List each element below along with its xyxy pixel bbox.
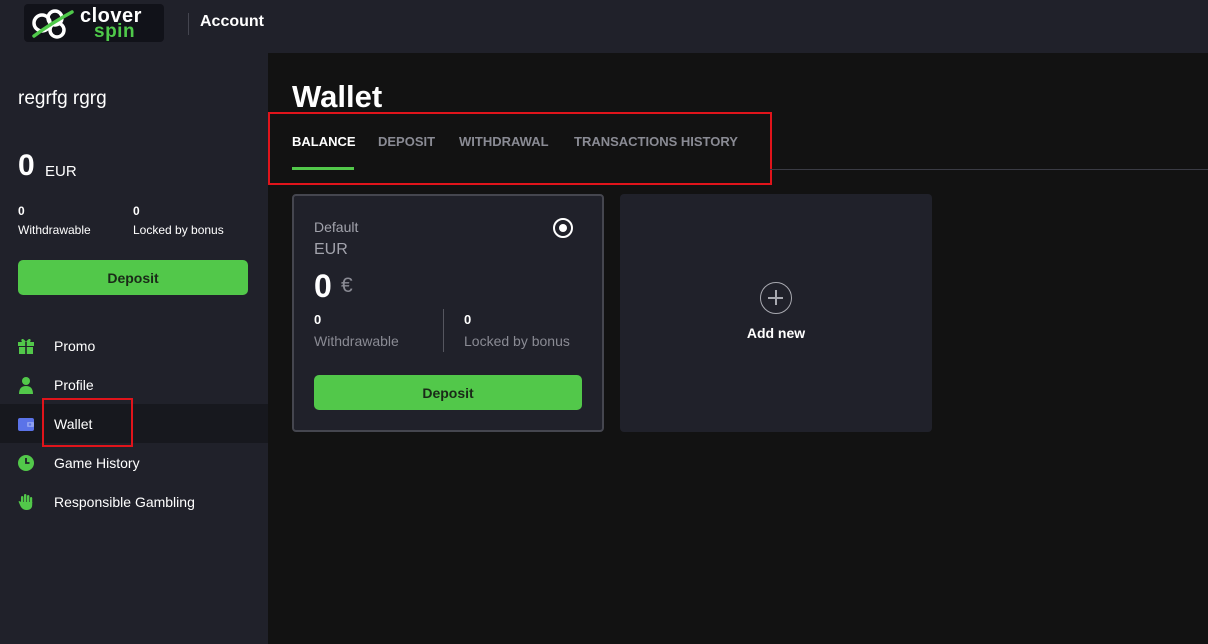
logo-text-spin: spin <box>94 21 136 42</box>
withdrawable-value: 0 <box>18 204 25 218</box>
header-divider <box>188 13 189 35</box>
sidebar-item-label: Game History <box>54 455 140 471</box>
sidebar-item-responsible-gambling[interactable]: Responsible Gambling <box>0 482 268 521</box>
wallet-card-amount: 0 <box>314 268 332 304</box>
sidebar-nav: Promo Profile Wallet Game History Respon… <box>0 326 268 521</box>
page-header-title: Account <box>200 13 264 30</box>
clock-icon <box>18 455 34 471</box>
add-new-wallet-card[interactable]: Add new <box>620 194 932 432</box>
add-new-label: Add new <box>746 325 806 341</box>
card-locked-by-bonus-value: 0 <box>464 312 472 327</box>
sidebar-item-game-history[interactable]: Game History <box>0 443 268 482</box>
plus-circle-icon <box>760 282 792 314</box>
tab-transactions-history[interactable]: TRANSACTIONS HISTORY <box>574 134 738 149</box>
active-tab-indicator <box>292 167 354 170</box>
top-bar: clover spin Account <box>0 0 1208 53</box>
wallet-icon <box>18 418 34 431</box>
clover-spin-logo[interactable]: clover spin <box>24 4 164 42</box>
wallet-card-currency: EUR <box>314 241 348 258</box>
sidebar-item-label: Promo <box>54 338 96 354</box>
account-sidebar: regrfg rgrg 0 EUR 0 Withdrawable 0 Locke… <box>0 53 268 644</box>
wallet-highlight-box <box>42 398 133 447</box>
sidebar-deposit-button[interactable]: Deposit <box>18 260 248 295</box>
user-icon <box>19 377 33 394</box>
tabs-divider-line <box>770 169 1208 170</box>
tab-withdrawal[interactable]: WITHDRAWAL <box>459 134 549 149</box>
locked-by-bonus-label: Locked by bonus <box>133 223 224 237</box>
username: regrfg rgrg <box>18 88 107 109</box>
tab-balance[interactable]: BALANCE <box>292 134 356 149</box>
wallet-card-label: Default <box>314 219 359 235</box>
sidebar-item-promo[interactable]: Promo <box>0 326 268 365</box>
hand-icon <box>18 494 33 510</box>
balance-amount: 0 <box>18 149 35 182</box>
locked-by-bonus-value: 0 <box>133 204 140 218</box>
sidebar-item-wallet[interactable]: Wallet <box>0 404 268 443</box>
gift-icon <box>18 338 34 354</box>
page-title: Wallet <box>292 79 383 114</box>
card-stat-divider <box>443 309 444 352</box>
withdrawable-label: Withdrawable <box>18 223 91 237</box>
tab-deposit[interactable]: DEPOSIT <box>378 134 435 149</box>
card-withdrawable-value: 0 <box>314 312 322 327</box>
default-wallet-radio[interactable] <box>553 218 573 238</box>
currency-symbol: € <box>341 274 353 297</box>
clover-logo-icon <box>32 9 74 39</box>
wallet-card-deposit-button[interactable]: Deposit <box>314 375 582 410</box>
card-withdrawable-label: Withdrawable <box>314 333 399 349</box>
balance-currency: EUR <box>45 163 77 180</box>
card-locked-by-bonus-label: Locked by bonus <box>464 333 570 349</box>
sidebar-item-label: Profile <box>54 377 94 393</box>
sidebar-item-label: Responsible Gambling <box>54 494 195 510</box>
wallet-card-default[interactable]: Default EUR 0 € 0 Withdrawable 0 Locked … <box>292 194 604 432</box>
sidebar-item-profile[interactable]: Profile <box>0 365 268 404</box>
